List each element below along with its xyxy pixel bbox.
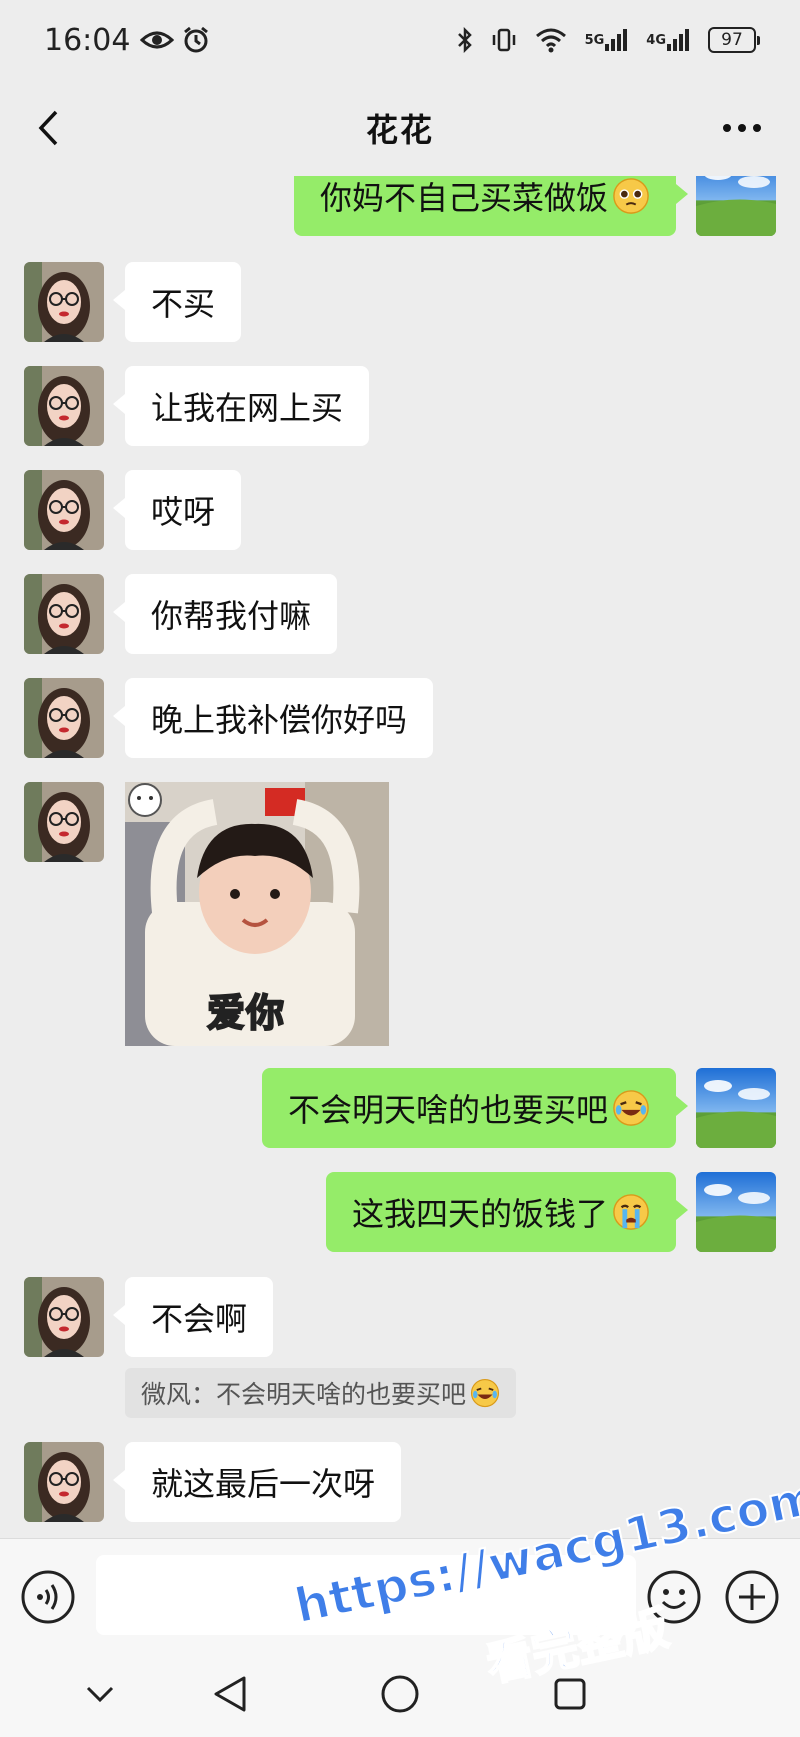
input-bar [0, 1538, 800, 1648]
wifi-icon [535, 27, 567, 53]
system-navigation [0, 1648, 800, 1737]
quoted-reply[interactable]: 微风：不会明天啥的也要买吧 [125, 1368, 517, 1418]
message-bubble-contact[interactable]: 让我在网上买 [112, 366, 370, 446]
contact-avatar[interactable] [24, 262, 104, 342]
message-input[interactable] [96, 1555, 636, 1635]
message-bubble-contact[interactable]: 不会啊 [112, 1277, 274, 1357]
net-label-2: 4G [646, 32, 666, 48]
status-bar: 16:04 5G 4G 97 [0, 0, 800, 80]
quoted-text: 微风：不会明天啥的也要买吧 [141, 1380, 467, 1409]
message-text: 就这最后一次呀 [151, 1465, 376, 1503]
message-bubble-contact[interactable]: 晚上我补偿你好吗 [112, 678, 434, 758]
self-avatar[interactable] [696, 176, 776, 236]
contact-avatar[interactable] [24, 1442, 104, 1522]
chat-header: 花花 [0, 80, 800, 176]
more-actions-button[interactable] [724, 1569, 780, 1625]
message-text: 哎呀 [151, 493, 216, 531]
net-label-1: 5G [584, 32, 605, 48]
system-recents-button[interactable] [542, 1666, 598, 1722]
recents-square-icon [554, 1678, 586, 1710]
message-text: 让我在网上买 [151, 389, 344, 427]
contact-avatar[interactable] [24, 470, 104, 550]
sticker-caption: 爱你 [206, 990, 286, 1036]
chat-title: 花花 [365, 111, 434, 149]
signal-4g-icon: 4G [646, 28, 690, 52]
message-bubble-contact[interactable]: 不买 [112, 262, 242, 342]
contact-avatar[interactable] [24, 1277, 104, 1357]
hide-keyboard-button[interactable] [72, 1666, 128, 1722]
message-bubble-contact[interactable]: 你帮我付嘛 [112, 574, 338, 654]
rolling-laugh-icon [612, 1089, 650, 1127]
system-back-button[interactable] [202, 1666, 258, 1722]
message-text: 不会啊 [151, 1300, 248, 1338]
contact-avatar[interactable] [24, 678, 104, 758]
self-avatar[interactable] [696, 1172, 776, 1252]
rolling-laugh-icon [470, 1378, 500, 1408]
message-text: 你帮我付嘛 [151, 597, 312, 635]
signal-5g-icon: 5G [585, 28, 629, 52]
battery-indicator: 97 [708, 27, 760, 53]
back-triangle-icon [214, 1676, 246, 1712]
eye-icon [140, 28, 175, 52]
plus-icon [725, 1570, 779, 1624]
vibrate-icon [491, 27, 517, 53]
voice-icon [21, 1570, 75, 1624]
message-text: 不买 [151, 285, 216, 323]
more-dots-icon [723, 124, 761, 132]
message-text: 这我四天的饭钱了 [351, 1195, 608, 1233]
chevron-down-icon [86, 1686, 114, 1703]
alarm-icon [182, 26, 210, 54]
contact-avatar[interactable] [24, 574, 104, 654]
message-text: 你妈不自己买菜做饭 [319, 179, 608, 217]
back-button[interactable] [28, 106, 68, 150]
message-bubble-self[interactable]: 不会明天啥的也要买吧 [261, 1068, 689, 1148]
message-text: 不会明天啥的也要买吧 [287, 1091, 608, 1129]
contact-avatar[interactable] [24, 366, 104, 446]
bluetooth-icon [457, 27, 473, 53]
message-bubble-self[interactable]: 这我四天的饭钱了 [325, 1172, 689, 1252]
pleading-face-icon [612, 177, 650, 215]
message-list[interactable]: 你妈不自己买菜做饭 不买 让我在网上买 哎呀 你帮我付嘛 晚上我补偿你好吗 爱你… [0, 176, 800, 1538]
voice-button[interactable] [20, 1569, 76, 1625]
sticker-image[interactable]: 爱你 [125, 782, 389, 1046]
system-home-button[interactable] [372, 1666, 428, 1722]
message-text: 晚上我补偿你好吗 [151, 701, 408, 739]
home-circle-icon [381, 1675, 419, 1713]
crying-face-icon [612, 1193, 650, 1231]
more-button[interactable] [720, 110, 764, 146]
message-bubble-contact[interactable]: 哎呀 [112, 470, 242, 550]
self-avatar[interactable] [696, 1068, 776, 1148]
contact-avatar[interactable] [24, 782, 104, 862]
message-bubble-contact[interactable]: 就这最后一次呀 [112, 1442, 402, 1522]
emoji-icon [647, 1570, 701, 1624]
chevron-left-icon [38, 110, 58, 146]
message-bubble-self[interactable]: 你妈不自己买菜做饭 [293, 176, 689, 236]
status-time: 16:04 [44, 22, 131, 58]
emoji-button[interactable] [646, 1569, 702, 1625]
